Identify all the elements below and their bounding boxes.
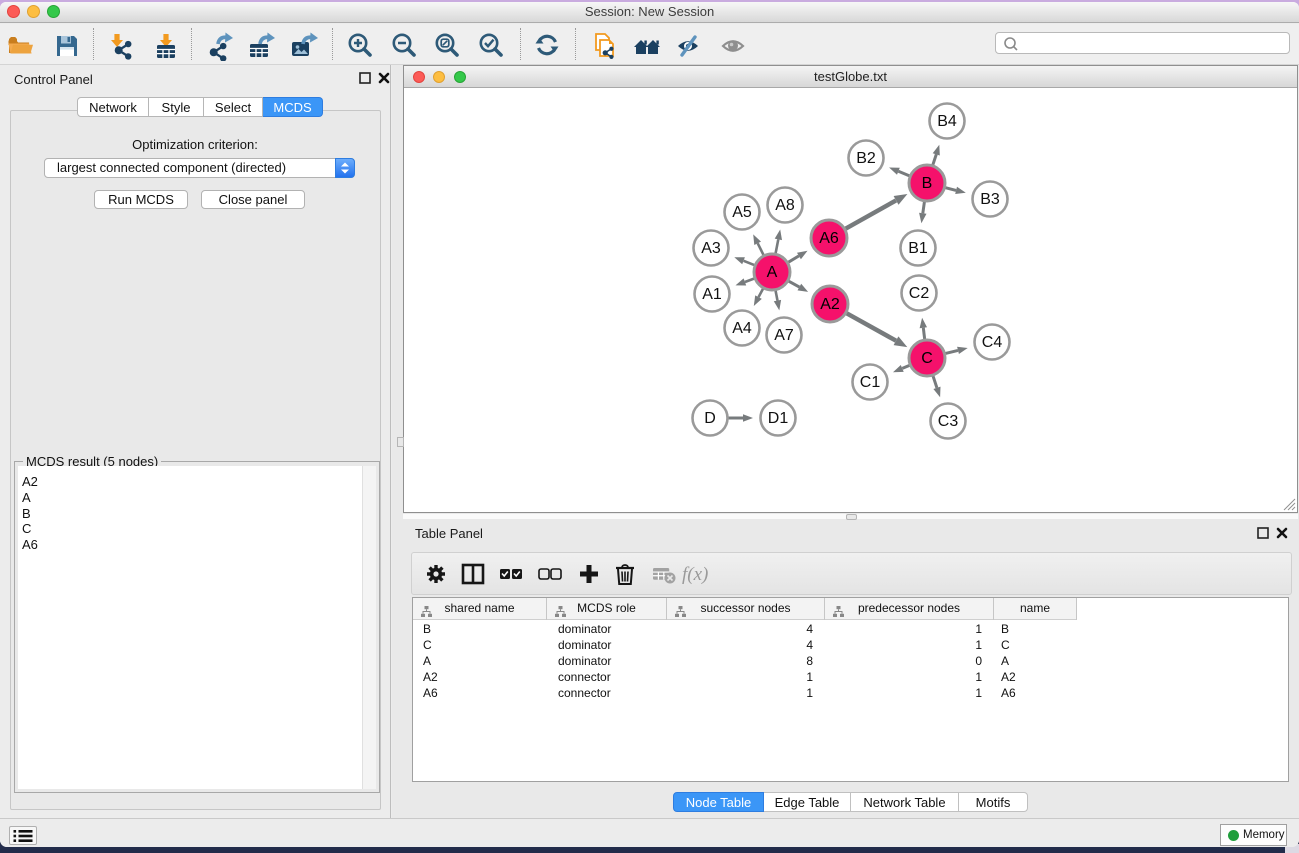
svg-text:B2: B2 bbox=[856, 150, 876, 167]
svg-text:A7: A7 bbox=[774, 327, 794, 344]
svg-text:C3: C3 bbox=[938, 413, 959, 430]
svg-text:A3: A3 bbox=[701, 240, 721, 257]
svg-text:D: D bbox=[704, 410, 716, 427]
svg-text:A5: A5 bbox=[732, 204, 752, 221]
svg-text:B4: B4 bbox=[937, 113, 957, 130]
svg-text:C4: C4 bbox=[982, 334, 1003, 351]
svg-text:A2: A2 bbox=[820, 296, 840, 313]
svg-text:D1: D1 bbox=[768, 410, 789, 427]
svg-text:f(x): f(x) bbox=[682, 564, 708, 585]
svg-text:B3: B3 bbox=[980, 191, 1000, 208]
svg-text:A: A bbox=[767, 264, 778, 281]
svg-text:B1: B1 bbox=[908, 240, 928, 257]
svg-text:A8: A8 bbox=[775, 197, 795, 214]
svg-text:C2: C2 bbox=[909, 285, 930, 302]
svg-text:A6: A6 bbox=[819, 230, 839, 247]
svg-text:A1: A1 bbox=[702, 286, 722, 303]
svg-text:C: C bbox=[921, 350, 933, 367]
svg-text:C1: C1 bbox=[860, 374, 881, 391]
svg-text:B: B bbox=[922, 175, 933, 192]
svg-text:A4: A4 bbox=[732, 320, 752, 337]
